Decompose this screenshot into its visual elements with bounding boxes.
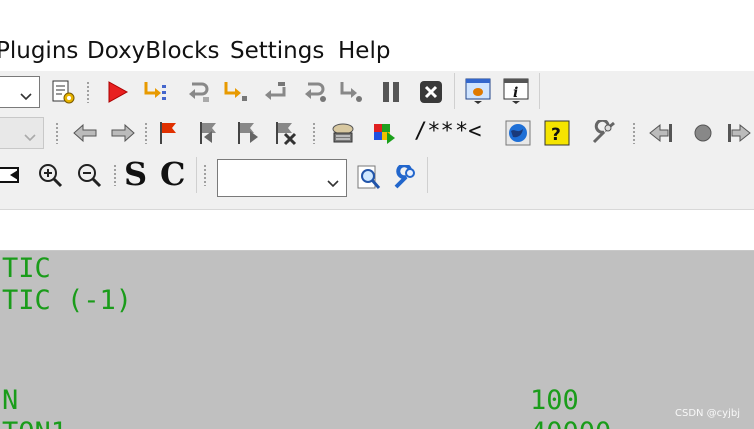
bookmark-next-icon[interactable] <box>232 118 262 148</box>
code-line: N <box>2 385 19 416</box>
line-comment-button[interactable]: *< <box>455 119 482 144</box>
step-into-icon[interactable] <box>220 77 250 107</box>
extract-docs-icon[interactable] <box>368 118 398 148</box>
search-icon[interactable] <box>354 163 384 193</box>
menu-settings[interactable]: Settings <box>230 36 324 66</box>
build-target-combo[interactable] <box>0 76 40 108</box>
jump-forward-icon[interactable] <box>108 118 138 148</box>
code-line-value: 40000 <box>530 417 611 429</box>
zoom-in-icon[interactable] <box>35 160 65 190</box>
debug-windows-toolbar: i <box>455 73 540 109</box>
step-into-instruction-icon[interactable] <box>336 77 366 107</box>
zoom-out-icon[interactable] <box>74 160 104 190</box>
toolbar-grip[interactable] <box>144 122 148 144</box>
toolbar-grip[interactable] <box>86 81 90 103</box>
chevron-down-icon[interactable] <box>326 174 340 193</box>
bookmark-clear-icon[interactable] <box>270 118 300 148</box>
code-line: TIC (-1) <box>2 285 133 316</box>
menu-help[interactable]: Help <box>338 36 390 66</box>
code-editor[interactable]: TIC TIC (-1) N 100 TON1 40000 CSDN @cyjb… <box>0 251 754 429</box>
chm-help-icon[interactable]: ? <box>542 118 572 148</box>
watermark: CSDN @cyjbj <box>674 408 740 419</box>
stop-debugger-icon[interactable] <box>416 77 446 107</box>
block-comment-button[interactable]: /** <box>414 119 454 144</box>
zoom-toolbar: S C <box>0 155 197 193</box>
record-icon[interactable] <box>688 118 718 148</box>
toolbar-grip[interactable] <box>113 164 117 186</box>
debug-step-into-icon[interactable] <box>140 77 170 107</box>
jump-back-icon[interactable] <box>70 118 100 148</box>
code-line: TIC <box>2 253 51 284</box>
chevron-down-icon[interactable] <box>19 87 33 106</box>
select-rect-icon[interactable] <box>0 160 24 190</box>
doxyblocks-config-icon[interactable] <box>588 118 618 148</box>
next-instruction-icon[interactable] <box>300 77 330 107</box>
svg-text:i: i <box>513 85 518 101</box>
navigation-toolbar: /** *< ? <box>0 115 754 151</box>
info-icon[interactable]: i <box>501 76 531 106</box>
bookmark-prev-icon[interactable] <box>194 118 224 148</box>
debug-window-icon[interactable] <box>463 76 493 106</box>
editor-tab-strip <box>0 209 754 251</box>
next-marker-icon[interactable] <box>724 118 754 148</box>
menu-bar: Plugins DoxyBlocks Settings Help <box>0 0 754 71</box>
search-combo[interactable] <box>217 159 347 197</box>
code-line-value: 100 <box>530 385 579 416</box>
settings-wrench-icon[interactable] <box>390 163 420 193</box>
step-out-icon[interactable] <box>260 77 290 107</box>
debug-toolbar <box>0 73 455 109</box>
menu-plugins[interactable]: Plugins <box>0 36 78 66</box>
show-code-s-icon[interactable]: S <box>124 155 147 193</box>
scope-combo[interactable] <box>0 117 44 149</box>
run-icon[interactable] <box>102 77 132 107</box>
doxywizard-icon[interactable] <box>328 118 358 148</box>
toolbar-grip[interactable] <box>55 122 59 144</box>
code-line: TON1 <box>2 417 67 429</box>
build-options-icon[interactable] <box>48 77 78 107</box>
toolbar-grip[interactable] <box>632 122 636 144</box>
toolbar-grip[interactable] <box>203 164 207 186</box>
next-line-icon[interactable] <box>184 77 214 107</box>
bookmark-toggle-icon[interactable] <box>154 118 184 148</box>
show-code-c-icon[interactable]: C <box>160 155 185 193</box>
prev-marker-icon[interactable] <box>646 118 676 148</box>
chevron-down-icon[interactable] <box>23 128 37 147</box>
toolbar-grip[interactable] <box>312 122 316 144</box>
search-toolbar <box>197 157 428 197</box>
toolbar-area: i /** *< ? S C <box>0 71 754 209</box>
html-docs-icon[interactable] <box>503 118 533 148</box>
menu-doxyblocks[interactable]: DoxyBlocks <box>87 36 220 66</box>
svg-text:?: ? <box>551 125 561 145</box>
pause-icon[interactable] <box>376 77 406 107</box>
